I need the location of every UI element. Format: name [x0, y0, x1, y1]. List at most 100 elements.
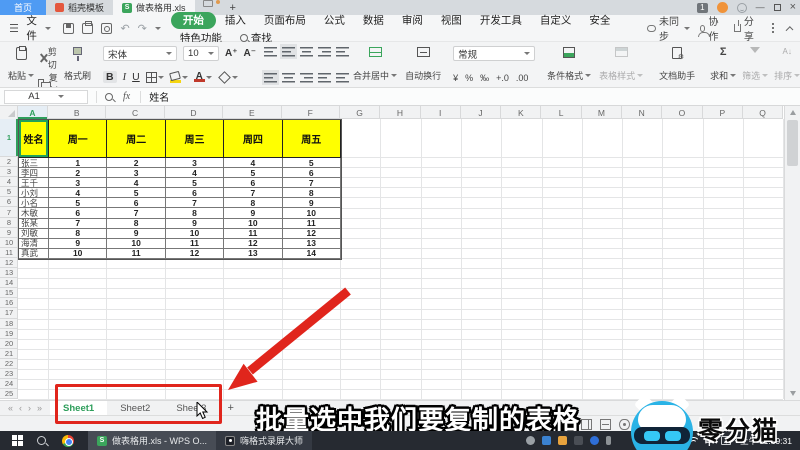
table-header-cell[interactable]: 周五 — [283, 120, 341, 158]
row-header-11[interactable]: 11 — [0, 248, 18, 258]
more-options-icon[interactable] — [772, 27, 774, 30]
table-value-cell[interactable]: 6 — [166, 188, 224, 198]
table-header-cell[interactable]: 姓名 — [19, 120, 49, 158]
page-layout-view-icon[interactable] — [581, 419, 592, 430]
table-value-cell[interactable]: 7 — [49, 219, 107, 229]
align-right-icon[interactable] — [300, 72, 313, 83]
row-header-22[interactable]: 22 — [0, 359, 18, 369]
font-name-select[interactable]: 宋体 — [103, 46, 177, 61]
menu-item-1[interactable]: 开始 — [171, 12, 216, 29]
table-value-cell[interactable]: 4 — [107, 178, 165, 188]
column-header-L[interactable]: L — [541, 106, 581, 119]
column-header-N[interactable]: N — [622, 106, 662, 119]
start-button[interactable] — [12, 435, 23, 446]
menu-item-2[interactable]: 插入 — [216, 12, 255, 29]
row-header-10[interactable]: 10 — [0, 238, 18, 248]
tray-shield-icon[interactable] — [558, 436, 567, 445]
table-value-cell[interactable]: 10 — [166, 229, 224, 239]
row-header-3[interactable]: 3 — [0, 167, 18, 177]
table-value-cell[interactable]: 10 — [283, 208, 341, 218]
menu-item-3[interactable]: 页面布局 — [255, 12, 315, 29]
table-value-cell[interactable]: 1 — [49, 158, 107, 168]
taskbar-recorder-task[interactable]: 嗨格式录屏大师 — [216, 431, 312, 450]
column-header-P[interactable]: P — [703, 106, 743, 119]
scroll-down-icon[interactable] — [790, 391, 796, 396]
table-name-cell[interactable]: 王千 — [19, 178, 49, 188]
share-button[interactable]: 分享 — [734, 13, 759, 43]
font-color-button[interactable]: A — [194, 72, 212, 82]
comma-format-icon[interactable]: ‰ — [480, 73, 489, 83]
table-value-cell[interactable]: 10 — [49, 249, 107, 259]
monitor-icon[interactable] — [203, 0, 213, 7]
row-headers[interactable]: 1234567891011121314151617181920212223242… — [0, 119, 18, 399]
tray-camera-icon[interactable] — [574, 436, 583, 445]
spreadsheet-grid[interactable]: ABCDEFGHIJKLMNOPQ 1234567891011121314151… — [0, 106, 800, 400]
table-name-cell[interactable]: 李四 — [19, 168, 49, 178]
row-header-2[interactable]: 2 — [0, 157, 18, 167]
table-value-cell[interactable]: 10 — [224, 219, 282, 229]
table-value-cell[interactable]: 7 — [107, 208, 165, 218]
row-header-13[interactable]: 13 — [0, 268, 18, 278]
row-header-8[interactable]: 8 — [0, 218, 18, 228]
column-header-E[interactable]: E — [223, 106, 281, 119]
table-name-cell[interactable]: 小刘 — [19, 188, 49, 198]
column-header-Q[interactable]: Q — [743, 106, 783, 119]
vertical-scrollbar[interactable] — [784, 106, 800, 400]
column-header-F[interactable]: F — [282, 106, 340, 119]
customize-qa-icon[interactable] — [155, 27, 161, 30]
table-value-cell[interactable]: 5 — [166, 178, 224, 188]
data-table[interactable]: 姓名周一周二周三周四周五张三12345李四23456王千34567小刘45678… — [18, 119, 342, 260]
currency-format-icon[interactable]: ¥ — [453, 73, 458, 83]
table-value-cell[interactable]: 3 — [166, 158, 224, 168]
table-value-cell[interactable]: 9 — [283, 198, 341, 208]
next-sheet-icon[interactable]: › — [28, 403, 31, 413]
row-header-4[interactable]: 4 — [0, 177, 18, 187]
table-value-cell[interactable]: 13 — [283, 239, 341, 249]
paste-button[interactable]: 粘贴 — [4, 45, 38, 84]
table-value-cell[interactable]: 8 — [166, 208, 224, 218]
table-value-cell[interactable]: 8 — [49, 229, 107, 239]
table-value-cell[interactable]: 12 — [224, 239, 282, 249]
clear-format-button[interactable] — [218, 72, 238, 83]
search-function-icon[interactable] — [105, 93, 113, 101]
table-value-cell[interactable]: 2 — [107, 158, 165, 168]
table-value-cell[interactable]: 11 — [166, 239, 224, 249]
column-header-B[interactable]: B — [48, 106, 106, 119]
row-header-17[interactable]: 17 — [0, 308, 18, 318]
underline-button[interactable]: U — [132, 71, 140, 83]
row-header-5[interactable]: 5 — [0, 187, 18, 197]
format-painter-button[interactable]: 格式刷 — [60, 45, 95, 84]
redo-icon[interactable]: ↷ — [138, 22, 147, 35]
table-value-cell[interactable]: 8 — [224, 198, 282, 208]
font-size-select[interactable]: 10 — [183, 46, 219, 61]
message-badge[interactable]: 1 — [697, 3, 707, 13]
table-value-cell[interactable]: 8 — [107, 219, 165, 229]
table-value-cell[interactable]: 11 — [224, 229, 282, 239]
row-header-1[interactable]: 1 — [0, 119, 18, 157]
table-header-cell[interactable]: 周三 — [166, 120, 224, 158]
decrease-decimal-icon[interactable]: .00 — [516, 73, 529, 83]
table-name-cell[interactable]: 张三 — [19, 158, 49, 168]
table-value-cell[interactable]: 13 — [224, 249, 282, 259]
table-value-cell[interactable]: 8 — [283, 188, 341, 198]
sum-button[interactable]: Σ 求和 — [707, 45, 739, 84]
undo-icon[interactable]: ↶ — [120, 22, 129, 35]
align-center-icon[interactable] — [282, 72, 295, 83]
doc-assistant-button[interactable]: 文档助手 — [655, 45, 699, 84]
column-header-A[interactable]: A — [18, 106, 48, 119]
table-value-cell[interactable]: 9 — [224, 208, 282, 218]
table-value-cell[interactable]: 6 — [107, 198, 165, 208]
borders-button[interactable] — [146, 72, 164, 83]
row-header-7[interactable]: 7 — [0, 207, 18, 217]
increase-indent-icon[interactable] — [336, 46, 349, 57]
select-all-corner[interactable] — [0, 106, 18, 119]
table-value-cell[interactable]: 5 — [49, 198, 107, 208]
insert-function-icon[interactable]: fx — [123, 91, 130, 102]
column-header-C[interactable]: C — [106, 106, 164, 119]
justify-icon[interactable] — [318, 72, 331, 83]
table-value-cell[interactable]: 7 — [283, 178, 341, 188]
eye-protection-icon[interactable] — [619, 419, 630, 430]
menu-item-4[interactable]: 公式 — [315, 12, 354, 29]
scrollbar-thumb[interactable] — [787, 120, 798, 166]
print-icon[interactable] — [82, 23, 93, 34]
